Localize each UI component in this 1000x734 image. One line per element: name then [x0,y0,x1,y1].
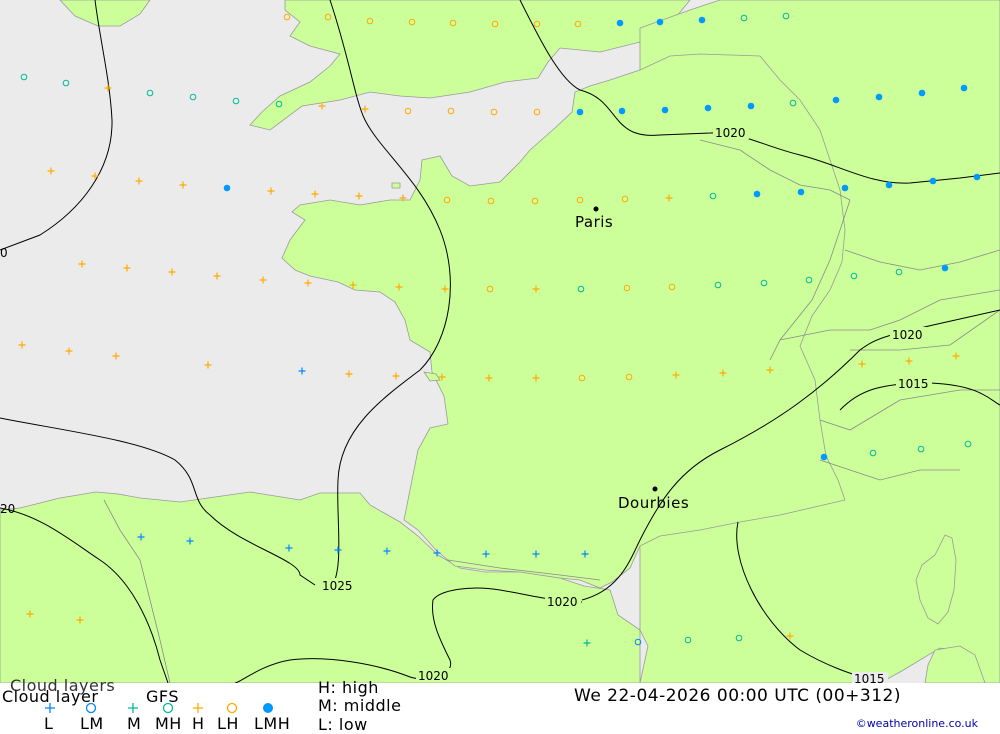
city-label-paris: Paris [575,213,613,231]
cloud-dot-symbol [918,89,926,97]
cloud-dot-symbol [747,102,755,110]
city-marker-dourbies [652,486,658,492]
cloud-dot-symbol [661,106,669,114]
legend-code-mh: MH [155,714,182,733]
land-jersey [391,182,401,189]
cloud-dot-symbol [929,177,937,185]
weather-map: 1025 1020 1020 1020 1020 1015 1015 0 20 … [0,0,1000,683]
cloud-dot-symbol [704,104,712,112]
cloud-dot-symbol [941,264,949,272]
cloud-dot-symbol [576,108,584,116]
isobar-label: 1025 [322,579,353,593]
isobar-label: 1020 [715,126,746,140]
forecast-datetime: We 22-04-2026 00:00 UTC (00+312) [574,686,901,706]
legend-code-lmh: LMH [254,714,291,733]
cloud-dot-symbol [820,453,828,461]
cloud-dot-symbol [223,184,231,192]
legend-code-m: M [127,714,142,733]
legend-level-low: L: low [318,715,368,734]
cloud-dot-symbol [960,84,968,92]
isobar-label: 0 [0,246,8,260]
cloud-dot-symbol [616,19,624,27]
isobar-label: 1015 [898,377,929,391]
isobar-label: 1015 [854,672,885,683]
isobar-label: 20 [0,502,15,516]
cloud-dot-symbol [973,173,981,181]
cloud-dot-symbol [797,188,805,196]
legend-code-l: L [44,714,54,733]
legend-bar: Cloud layers Cloud layer GFS L LM M MH H… [0,676,1000,734]
isobar-label: 1020 [892,328,923,342]
cloud-dot-symbol [875,93,883,101]
legend-level-high: H: high [318,678,379,697]
cloud-dot-symbol [656,18,664,26]
city-label-dourbies: Dourbies [618,494,689,512]
cloud-dot-symbol [885,181,893,189]
cloud-dot-symbol [698,16,706,24]
cloud-dot-symbol [841,184,849,192]
legend-code-lh: LH [217,714,239,733]
legend-level-middle: M: middle [318,696,402,715]
city-marker-paris [593,206,599,212]
credit-link[interactable]: ©weatheronline.co.uk [856,717,978,730]
legend-code-lm: LM [80,714,104,733]
cloud-dot-symbol [832,96,840,104]
isobar-label: 1020 [418,669,449,683]
isobar-label: 1020 [547,595,578,609]
legend-code-h: H [192,714,205,733]
cloud-dot-symbol [753,190,761,198]
cloud-dot-symbol [618,107,626,115]
